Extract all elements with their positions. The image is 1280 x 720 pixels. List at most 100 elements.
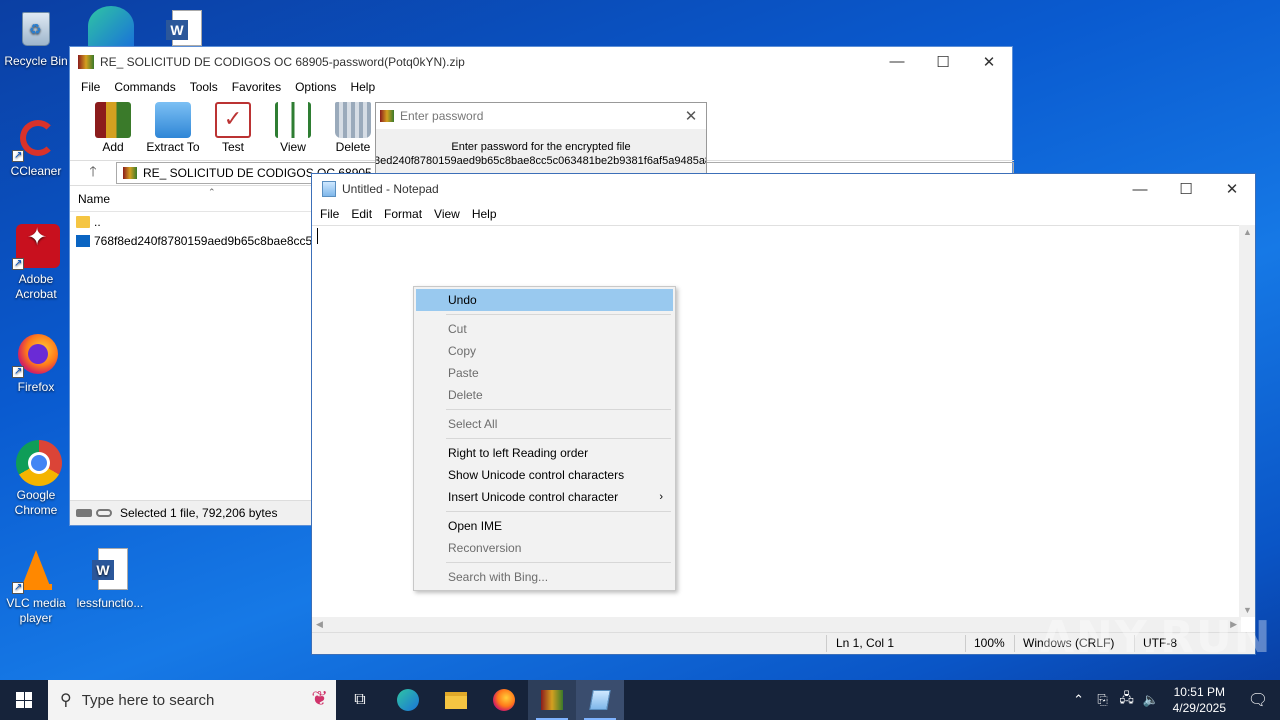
menu-format[interactable]: Format <box>378 207 428 221</box>
menu-edit[interactable]: Edit <box>345 207 378 221</box>
taskbar-firefox[interactable] <box>480 680 528 720</box>
menu-view[interactable]: View <box>428 207 466 221</box>
title-bar[interactable]: RE_ SOLICITUD DE CODIGOS OC 68905-passwo… <box>70 47 1012 76</box>
desktop-icon-vlc[interactable]: VLC media player <box>0 548 72 626</box>
search-icon: ⚲ <box>60 692 72 709</box>
task-view-button[interactable]: ⧉ <box>336 680 384 720</box>
menu-tools[interactable]: Tools <box>183 80 225 94</box>
firefox-icon <box>12 332 58 379</box>
chrome-icon <box>14 440 62 486</box>
taskbar-notepad[interactable] <box>576 680 624 720</box>
menu-item-copy[interactable]: Copy <box>416 340 673 362</box>
taskbar-edge[interactable] <box>384 680 432 720</box>
menu-item-show-unicode[interactable]: Show Unicode control characters <box>416 464 673 486</box>
clock-time: 10:51 PM <box>1173 685 1225 699</box>
menu-item-select-all[interactable]: Select All <box>416 413 673 435</box>
menu-item-cut[interactable]: Cut <box>416 318 673 340</box>
desktop-icon-label: lessfunctio... <box>76 596 144 610</box>
maximize-button[interactable]: ☐ <box>920 47 966 76</box>
vertical-scrollbar[interactable]: ▲ ▼ <box>1239 225 1255 617</box>
menu-item-undo[interactable]: Undo <box>416 289 673 311</box>
network-icon[interactable]: 🖧 <box>1115 689 1139 711</box>
menu-help[interactable]: Help <box>466 207 503 221</box>
firefox-icon <box>493 689 515 711</box>
winrar-app-icon <box>78 54 94 69</box>
window-title: Untitled - Notepad <box>342 182 439 196</box>
desktop-icon-google-chrome[interactable]: Google Chrome <box>0 440 72 518</box>
view-button[interactable]: View <box>264 98 322 158</box>
menu-file[interactable]: File <box>314 207 345 221</box>
maximize-button[interactable]: ☐ <box>1163 174 1209 204</box>
up-arrow-icon[interactable]: 🡑 <box>70 161 116 185</box>
scroll-up-icon[interactable]: ▲ <box>1243 227 1252 237</box>
menu-separator <box>446 438 671 439</box>
submenu-arrow-icon: › <box>659 491 663 503</box>
desktop-icon-label: Firefox <box>17 380 55 394</box>
menu-item-paste[interactable]: Paste <box>416 362 673 384</box>
desktop-icon-firefox[interactable]: Firefox <box>0 332 72 395</box>
search-box[interactable]: ⚲ Type here to search ❦ <box>48 680 336 720</box>
desktop-icon-label: CCleaner <box>10 164 62 178</box>
menu-item-open-ime[interactable]: Open IME <box>416 515 673 537</box>
desktop-icon-adobe-acrobat[interactable]: ✦ Adobe Acrobat <box>0 224 72 302</box>
edge-icon[interactable] <box>88 6 134 46</box>
menu-item-reconversion[interactable]: Reconversion <box>416 537 673 559</box>
test-button[interactable]: ✓ Test <box>204 98 262 158</box>
volume-icon[interactable]: 🔈 <box>1139 692 1163 708</box>
menu-options[interactable]: Options <box>288 80 343 94</box>
tool-label: Delete <box>335 140 371 154</box>
encrypted-filename: 3ed240f8780159aed9b65c8bae8cc5c063481be2… <box>375 155 707 167</box>
extract-to-button[interactable]: Extract To <box>144 98 202 158</box>
network-monitor-icon[interactable]: ⎘ <box>1091 692 1115 708</box>
taskbar: ⚲ Type here to search ❦ ⧉ ⌃ ⎘ 🖧 🔈 10:51 … <box>0 680 1280 720</box>
menu-file[interactable]: File <box>74 80 107 94</box>
text-caret <box>317 228 318 244</box>
word-document-icon[interactable]: W <box>164 10 204 46</box>
menu-favorites[interactable]: Favorites <box>225 80 288 94</box>
menu-separator <box>446 562 671 563</box>
menu-item-search-bing[interactable]: Search with Bing... <box>416 566 673 588</box>
menu-commands[interactable]: Commands <box>107 80 182 94</box>
menu-item-delete[interactable]: Delete <box>416 384 673 406</box>
windows-logo-icon <box>16 692 32 708</box>
vlc-cone-icon <box>12 548 58 595</box>
winrar-app-icon <box>541 690 563 710</box>
desktop-icon-ccleaner[interactable]: CCleaner <box>0 116 72 179</box>
edge-icon <box>397 689 419 711</box>
taskbar-winrar[interactable] <box>528 680 576 720</box>
clock-date: 4/29/2025 <box>1172 701 1226 715</box>
word-document-icon: W <box>88 548 132 592</box>
menu-help[interactable]: Help <box>343 80 382 94</box>
dialog-title-bar[interactable]: Enter password ✕ <box>376 103 706 129</box>
menu-separator <box>446 511 671 512</box>
status-text: Selected 1 file, 792,206 bytes <box>120 506 278 520</box>
task-view-icon: ⧉ <box>354 691 366 708</box>
add-archive-icon <box>95 102 131 138</box>
desktop-icon-word-document[interactable]: W lessfunctio... <box>74 548 146 611</box>
title-bar[interactable]: Untitled - Notepad — ☐ ✕ <box>312 174 1255 204</box>
scroll-left-icon[interactable]: ◀ <box>316 619 323 630</box>
desktop-icon-label: Adobe Acrobat <box>15 272 57 301</box>
taskbar-file-explorer[interactable] <box>432 680 480 720</box>
password-dialog[interactable]: Enter password ✕ Enter password for the … <box>375 102 707 174</box>
minimize-button[interactable]: — <box>1117 174 1163 204</box>
show-hidden-icons-icon[interactable]: ⌃ <box>1067 692 1091 708</box>
menu-item-rtl-reading-order[interactable]: Right to left Reading order <box>416 442 673 464</box>
test-clipboard-icon: ✓ <box>215 102 251 138</box>
minimize-button[interactable]: — <box>874 47 920 76</box>
window-title: RE_ SOLICITUD DE CODIGOS OC 68905-passwo… <box>100 54 465 69</box>
clock[interactable]: 10:51 PM 4/29/2025 <box>1163 684 1236 716</box>
delete-button[interactable]: Delete <box>324 98 382 158</box>
start-button[interactable] <box>0 680 48 720</box>
menu-item-insert-unicode[interactable]: Insert Unicode control character › <box>416 486 673 508</box>
close-button[interactable]: ✕ <box>1209 174 1255 204</box>
add-button[interactable]: Add <box>84 98 142 158</box>
winrar-app-icon <box>380 110 394 122</box>
notifications-icon[interactable]: 🗨 <box>1236 690 1280 710</box>
close-button[interactable]: ✕ <box>966 47 1012 76</box>
notepad-app-icon <box>589 690 611 710</box>
extract-folder-icon <box>155 102 191 138</box>
close-icon[interactable]: ✕ <box>676 107 706 125</box>
dialog-message: Enter password for the encrypted file <box>451 141 631 153</box>
desktop-icon-recycle-bin[interactable]: ♻ Recycle Bin <box>0 6 72 69</box>
